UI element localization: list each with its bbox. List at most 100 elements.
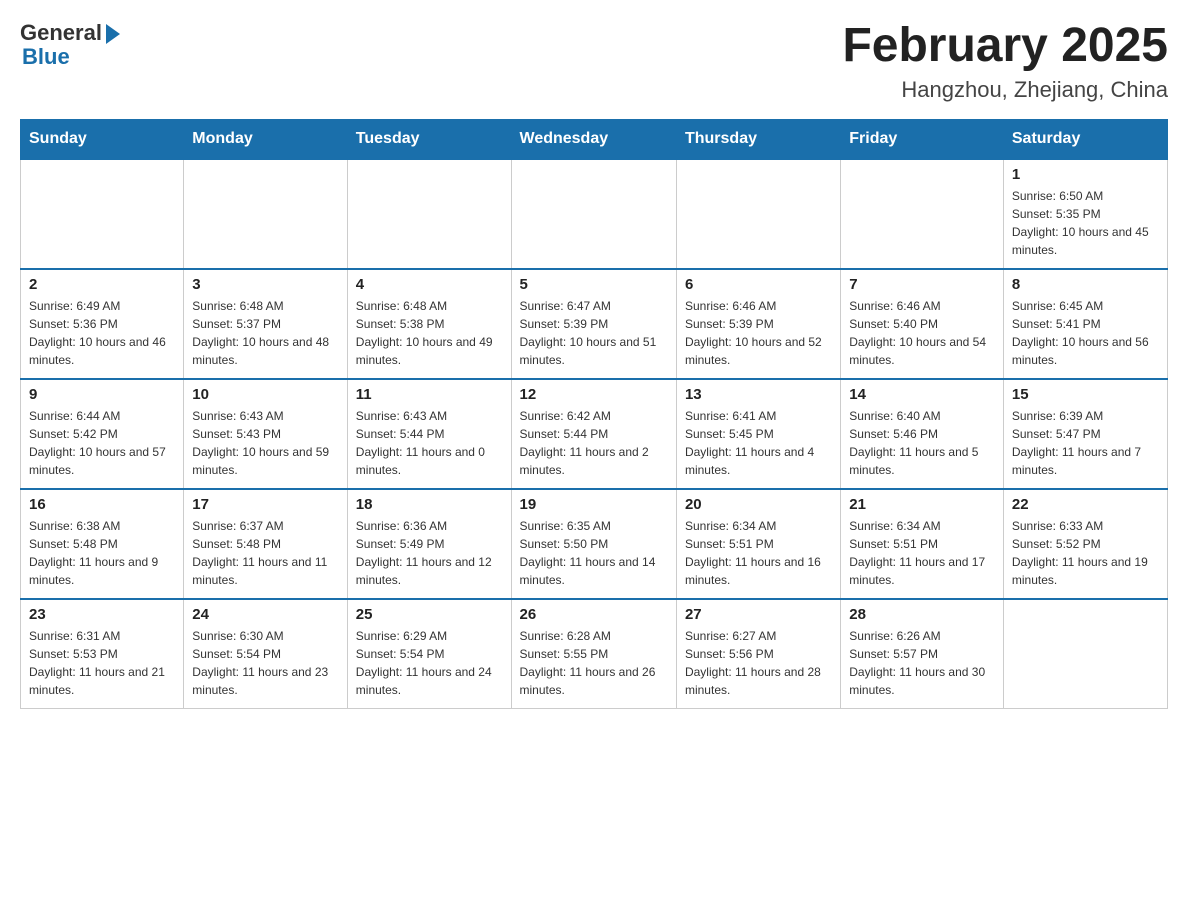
day-info: Sunrise: 6:34 AM Sunset: 5:51 PM Dayligh… (849, 517, 995, 589)
logo-arrow-icon (106, 24, 120, 44)
day-info: Sunrise: 6:48 AM Sunset: 5:37 PM Dayligh… (192, 297, 338, 369)
day-number: 18 (356, 496, 503, 513)
calendar-cell-2-5: 14Sunrise: 6:40 AM Sunset: 5:46 PM Dayli… (841, 379, 1004, 489)
day-number: 4 (356, 276, 503, 293)
location-subtitle: Hangzhou, Zhejiang, China (842, 77, 1168, 103)
calendar-cell-2-4: 13Sunrise: 6:41 AM Sunset: 5:45 PM Dayli… (676, 379, 840, 489)
day-number: 13 (685, 386, 832, 403)
calendar-cell-4-6 (1003, 599, 1167, 709)
day-info: Sunrise: 6:43 AM Sunset: 5:44 PM Dayligh… (356, 407, 503, 479)
calendar-cell-4-0: 23 Sunrise: 6:31 AM Sunset: 5:53 PM Dayli… (21, 599, 184, 709)
day-number: 24 (192, 606, 338, 623)
day-info: Sunrise: 6:50 AM Sunset: 5:35 PM Dayligh… (1012, 187, 1159, 259)
week-row-1: 1 Sunrise: 6:50 AM Sunset: 5:35 PM Daylig… (21, 159, 1168, 269)
day-info: Sunrise: 6:49 AM Sunset: 5:36 PM Dayligh… (29, 297, 175, 369)
calendar-cell-0-2 (347, 159, 511, 269)
day-number: 7 (849, 276, 995, 293)
day-number: 25 (356, 606, 503, 623)
calendar-cell-1-0: 2 Sunrise: 6:49 AM Sunset: 5:36 PM Daylig… (21, 269, 184, 379)
calendar-cell-0-0 (21, 159, 184, 269)
calendar-cell-2-1: 10 Sunrise: 6:43 AM Sunset: 5:43 PM Dayli… (184, 379, 347, 489)
day-info: Sunrise: 6:37 AM Sunset: 5:48 PM Dayligh… (192, 517, 338, 589)
day-number: 14 (849, 386, 995, 403)
day-number: 5 (520, 276, 668, 293)
col-saturday: Saturday (1003, 119, 1167, 159)
calendar-table: Sunday Monday Tuesday Wednesday Thursday… (20, 119, 1168, 710)
calendar-cell-2-6: 15 Sunrise: 6:39 AM Sunset: 5:47 PM Dayli… (1003, 379, 1167, 489)
calendar-cell-0-3 (511, 159, 676, 269)
calendar-cell-3-3: 19Sunrise: 6:35 AM Sunset: 5:50 PM Dayli… (511, 489, 676, 599)
day-info: Sunrise: 6:35 AM Sunset: 5:50 PM Dayligh… (520, 517, 668, 589)
calendar-cell-3-6: 22 Sunrise: 6:33 AM Sunset: 5:52 PM Dayli… (1003, 489, 1167, 599)
col-sunday: Sunday (21, 119, 184, 159)
day-number: 17 (192, 496, 338, 513)
day-info: Sunrise: 6:46 AM Sunset: 5:39 PM Dayligh… (685, 297, 832, 369)
calendar-cell-3-1: 17 Sunrise: 6:37 AM Sunset: 5:48 PM Dayli… (184, 489, 347, 599)
day-info: Sunrise: 6:39 AM Sunset: 5:47 PM Dayligh… (1012, 407, 1159, 479)
col-tuesday: Tuesday (347, 119, 511, 159)
col-monday: Monday (184, 119, 347, 159)
calendar-cell-4-4: 27 Sunrise: 6:27 AM Sunset: 5:56 PM Dayli… (676, 599, 840, 709)
logo: General Blue (20, 20, 120, 70)
logo-general-text: General (20, 20, 102, 46)
day-number: 1 (1012, 166, 1159, 183)
day-info: Sunrise: 6:27 AM Sunset: 5:56 PM Dayligh… (685, 627, 832, 699)
day-info: Sunrise: 6:44 AM Sunset: 5:42 PM Dayligh… (29, 407, 175, 479)
day-info: Sunrise: 6:33 AM Sunset: 5:52 PM Dayligh… (1012, 517, 1159, 589)
calendar-cell-0-6: 1 Sunrise: 6:50 AM Sunset: 5:35 PM Daylig… (1003, 159, 1167, 269)
day-info: Sunrise: 6:30 AM Sunset: 5:54 PM Dayligh… (192, 627, 338, 699)
day-info: Sunrise: 6:43 AM Sunset: 5:43 PM Dayligh… (192, 407, 338, 479)
calendar-cell-3-2: 18 Sunrise: 6:36 AM Sunset: 5:49 PM Dayli… (347, 489, 511, 599)
col-thursday: Thursday (676, 119, 840, 159)
week-row-3: 9Sunrise: 6:44 AM Sunset: 5:42 PM Daylig… (21, 379, 1168, 489)
day-number: 11 (356, 386, 503, 403)
logo-blue-text: Blue (22, 44, 70, 70)
day-info: Sunrise: 6:31 AM Sunset: 5:53 PM Dayligh… (29, 627, 175, 699)
day-info: Sunrise: 6:36 AM Sunset: 5:49 PM Dayligh… (356, 517, 503, 589)
day-number: 26 (520, 606, 668, 623)
calendar-cell-3-5: 21 Sunrise: 6:34 AM Sunset: 5:51 PM Dayli… (841, 489, 1004, 599)
day-info: Sunrise: 6:47 AM Sunset: 5:39 PM Dayligh… (520, 297, 668, 369)
day-info: Sunrise: 6:46 AM Sunset: 5:40 PM Dayligh… (849, 297, 995, 369)
calendar-cell-4-3: 26 Sunrise: 6:28 AM Sunset: 5:55 PM Dayli… (511, 599, 676, 709)
calendar-cell-0-1 (184, 159, 347, 269)
calendar-cell-1-1: 3 Sunrise: 6:48 AM Sunset: 5:37 PM Daylig… (184, 269, 347, 379)
calendar-cell-2-0: 9Sunrise: 6:44 AM Sunset: 5:42 PM Daylig… (21, 379, 184, 489)
week-row-4: 16Sunrise: 6:38 AM Sunset: 5:48 PM Dayli… (21, 489, 1168, 599)
day-info: Sunrise: 6:34 AM Sunset: 5:51 PM Dayligh… (685, 517, 832, 589)
day-info: Sunrise: 6:48 AM Sunset: 5:38 PM Dayligh… (356, 297, 503, 369)
week-row-5: 23 Sunrise: 6:31 AM Sunset: 5:53 PM Dayli… (21, 599, 1168, 709)
calendar-cell-0-4 (676, 159, 840, 269)
calendar-header-row: Sunday Monday Tuesday Wednesday Thursday… (21, 119, 1168, 159)
calendar-cell-2-2: 11 Sunrise: 6:43 AM Sunset: 5:44 PM Dayli… (347, 379, 511, 489)
calendar-cell-1-6: 8Sunrise: 6:45 AM Sunset: 5:41 PM Daylig… (1003, 269, 1167, 379)
calendar-cell-1-2: 4 Sunrise: 6:48 AM Sunset: 5:38 PM Daylig… (347, 269, 511, 379)
page-header: General Blue February 2025 Hangzhou, Zhe… (20, 20, 1168, 103)
calendar-cell-2-3: 12Sunrise: 6:42 AM Sunset: 5:44 PM Dayli… (511, 379, 676, 489)
day-info: Sunrise: 6:28 AM Sunset: 5:55 PM Dayligh… (520, 627, 668, 699)
day-number: 27 (685, 606, 832, 623)
day-number: 28 (849, 606, 995, 623)
title-block: February 2025 Hangzhou, Zhejiang, China (842, 20, 1168, 103)
day-number: 20 (685, 496, 832, 513)
day-number: 2 (29, 276, 175, 293)
day-number: 10 (192, 386, 338, 403)
day-number: 6 (685, 276, 832, 293)
calendar-cell-0-5 (841, 159, 1004, 269)
calendar-cell-3-0: 16Sunrise: 6:38 AM Sunset: 5:48 PM Dayli… (21, 489, 184, 599)
day-info: Sunrise: 6:42 AM Sunset: 5:44 PM Dayligh… (520, 407, 668, 479)
col-friday: Friday (841, 119, 1004, 159)
day-number: 15 (1012, 386, 1159, 403)
col-wednesday: Wednesday (511, 119, 676, 159)
calendar-cell-1-3: 5 Sunrise: 6:47 AM Sunset: 5:39 PM Daylig… (511, 269, 676, 379)
day-info: Sunrise: 6:29 AM Sunset: 5:54 PM Dayligh… (356, 627, 503, 699)
calendar-cell-4-2: 25 Sunrise: 6:29 AM Sunset: 5:54 PM Dayli… (347, 599, 511, 709)
day-number: 23 (29, 606, 175, 623)
day-number: 22 (1012, 496, 1159, 513)
day-info: Sunrise: 6:38 AM Sunset: 5:48 PM Dayligh… (29, 517, 175, 589)
day-info: Sunrise: 6:45 AM Sunset: 5:41 PM Dayligh… (1012, 297, 1159, 369)
day-info: Sunrise: 6:26 AM Sunset: 5:57 PM Dayligh… (849, 627, 995, 699)
day-number: 3 (192, 276, 338, 293)
day-number: 21 (849, 496, 995, 513)
calendar-cell-4-5: 28 Sunrise: 6:26 AM Sunset: 5:57 PM Dayli… (841, 599, 1004, 709)
